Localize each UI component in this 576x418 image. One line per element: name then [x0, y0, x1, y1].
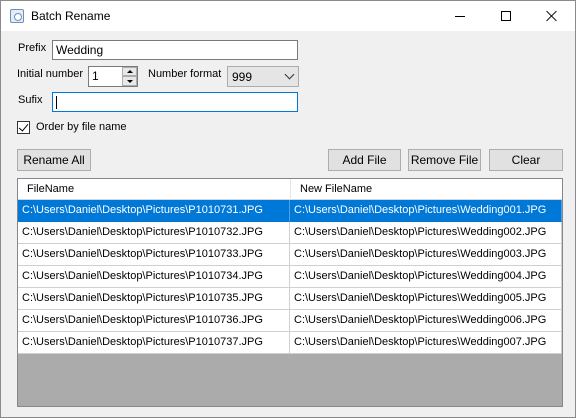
suffix-input[interactable]	[52, 92, 298, 112]
column-header-filename[interactable]: FileName	[18, 179, 291, 200]
maximize-icon	[501, 11, 511, 21]
grid-header: FileName New FileName	[18, 179, 562, 200]
remove-file-button[interactable]: Remove File	[408, 149, 481, 171]
clear-button[interactable]: Clear	[489, 149, 563, 171]
spin-up-button[interactable]	[122, 67, 137, 76]
file-grid[interactable]: FileName New FileName C:\Users\Daniel\De…	[17, 178, 563, 407]
prefix-input-value: Wedding	[56, 43, 104, 57]
filename-cell[interactable]: C:\Users\Daniel\Desktop\Pictures\P101073…	[18, 288, 290, 310]
filename-cell[interactable]: C:\Users\Daniel\Desktop\Pictures\P101073…	[18, 310, 290, 332]
new-filename-cell[interactable]: C:\Users\Daniel\Desktop\Pictures\Wedding…	[290, 244, 562, 266]
new-filename-cell[interactable]: C:\Users\Daniel\Desktop\Pictures\Wedding…	[290, 288, 562, 310]
app-icon	[10, 9, 24, 23]
table-row[interactable]: C:\Users\Daniel\Desktop\Pictures\P101073…	[18, 332, 562, 354]
filename-cell[interactable]: C:\Users\Daniel\Desktop\Pictures\P101073…	[18, 332, 290, 354]
minimize-button[interactable]	[437, 1, 483, 31]
new-filename-cell[interactable]: C:\Users\Daniel\Desktop\Pictures\Wedding…	[290, 222, 562, 244]
window-title: Batch Rename	[31, 9, 111, 23]
filename-cell[interactable]: C:\Users\Daniel\Desktop\Pictures\P101073…	[18, 200, 290, 222]
chevron-down-icon	[284, 69, 295, 80]
prefix-input[interactable]: Wedding	[52, 40, 298, 60]
table-row[interactable]: C:\Users\Daniel\Desktop\Pictures\P101073…	[18, 266, 562, 288]
close-button[interactable]	[529, 1, 575, 31]
table-row[interactable]: C:\Users\Daniel\Desktop\Pictures\P101073…	[18, 310, 562, 332]
title-bar[interactable]: Batch Rename	[1, 1, 575, 31]
spin-down-button[interactable]	[122, 76, 137, 86]
new-filename-cell[interactable]: C:\Users\Daniel\Desktop\Pictures\Wedding…	[290, 266, 562, 288]
initial-number-stepper[interactable]: 1	[88, 66, 138, 87]
maximize-button[interactable]	[483, 1, 529, 31]
close-icon	[546, 10, 558, 22]
filename-cell[interactable]: C:\Users\Daniel\Desktop\Pictures\P101073…	[18, 222, 290, 244]
filename-cell[interactable]: C:\Users\Daniel\Desktop\Pictures\P101073…	[18, 244, 290, 266]
text-caret	[56, 96, 57, 110]
order-by-file-name-label[interactable]: Order by file name	[36, 121, 126, 134]
number-format-label: Number format	[148, 68, 222, 80]
minimize-icon	[455, 15, 465, 17]
new-filename-cell[interactable]: C:\Users\Daniel\Desktop\Pictures\Wedding…	[290, 200, 562, 222]
table-row[interactable]: C:\Users\Daniel\Desktop\Pictures\P101073…	[18, 244, 562, 266]
batch-rename-window: Batch Rename Prefix Wedding Initial numb…	[0, 0, 576, 418]
add-file-button[interactable]: Add File	[328, 149, 401, 171]
prefix-label: Prefix	[18, 42, 47, 54]
initial-number-label: Initial number	[17, 68, 84, 80]
initial-number-value: 1	[92, 69, 99, 83]
number-format-value: 999	[232, 70, 253, 84]
column-header-new-filename[interactable]: New FileName	[291, 179, 562, 200]
suffix-label: Sufix	[18, 94, 43, 106]
up-arrow-icon	[126, 70, 133, 73]
order-by-file-name-checkbox[interactable]	[17, 121, 30, 134]
new-filename-cell[interactable]: C:\Users\Daniel\Desktop\Pictures\Wedding…	[290, 310, 562, 332]
table-row[interactable]: C:\Users\Daniel\Desktop\Pictures\P101073…	[18, 200, 562, 222]
filename-cell[interactable]: C:\Users\Daniel\Desktop\Pictures\P101073…	[18, 266, 290, 288]
down-arrow-icon	[126, 79, 133, 83]
table-row[interactable]: C:\Users\Daniel\Desktop\Pictures\P101073…	[18, 288, 562, 310]
number-format-dropdown[interactable]: 999	[227, 66, 299, 87]
table-row[interactable]: C:\Users\Daniel\Desktop\Pictures\P101073…	[18, 222, 562, 244]
new-filename-cell[interactable]: C:\Users\Daniel\Desktop\Pictures\Wedding…	[290, 332, 562, 354]
rename-all-button[interactable]: Rename All	[17, 149, 91, 171]
